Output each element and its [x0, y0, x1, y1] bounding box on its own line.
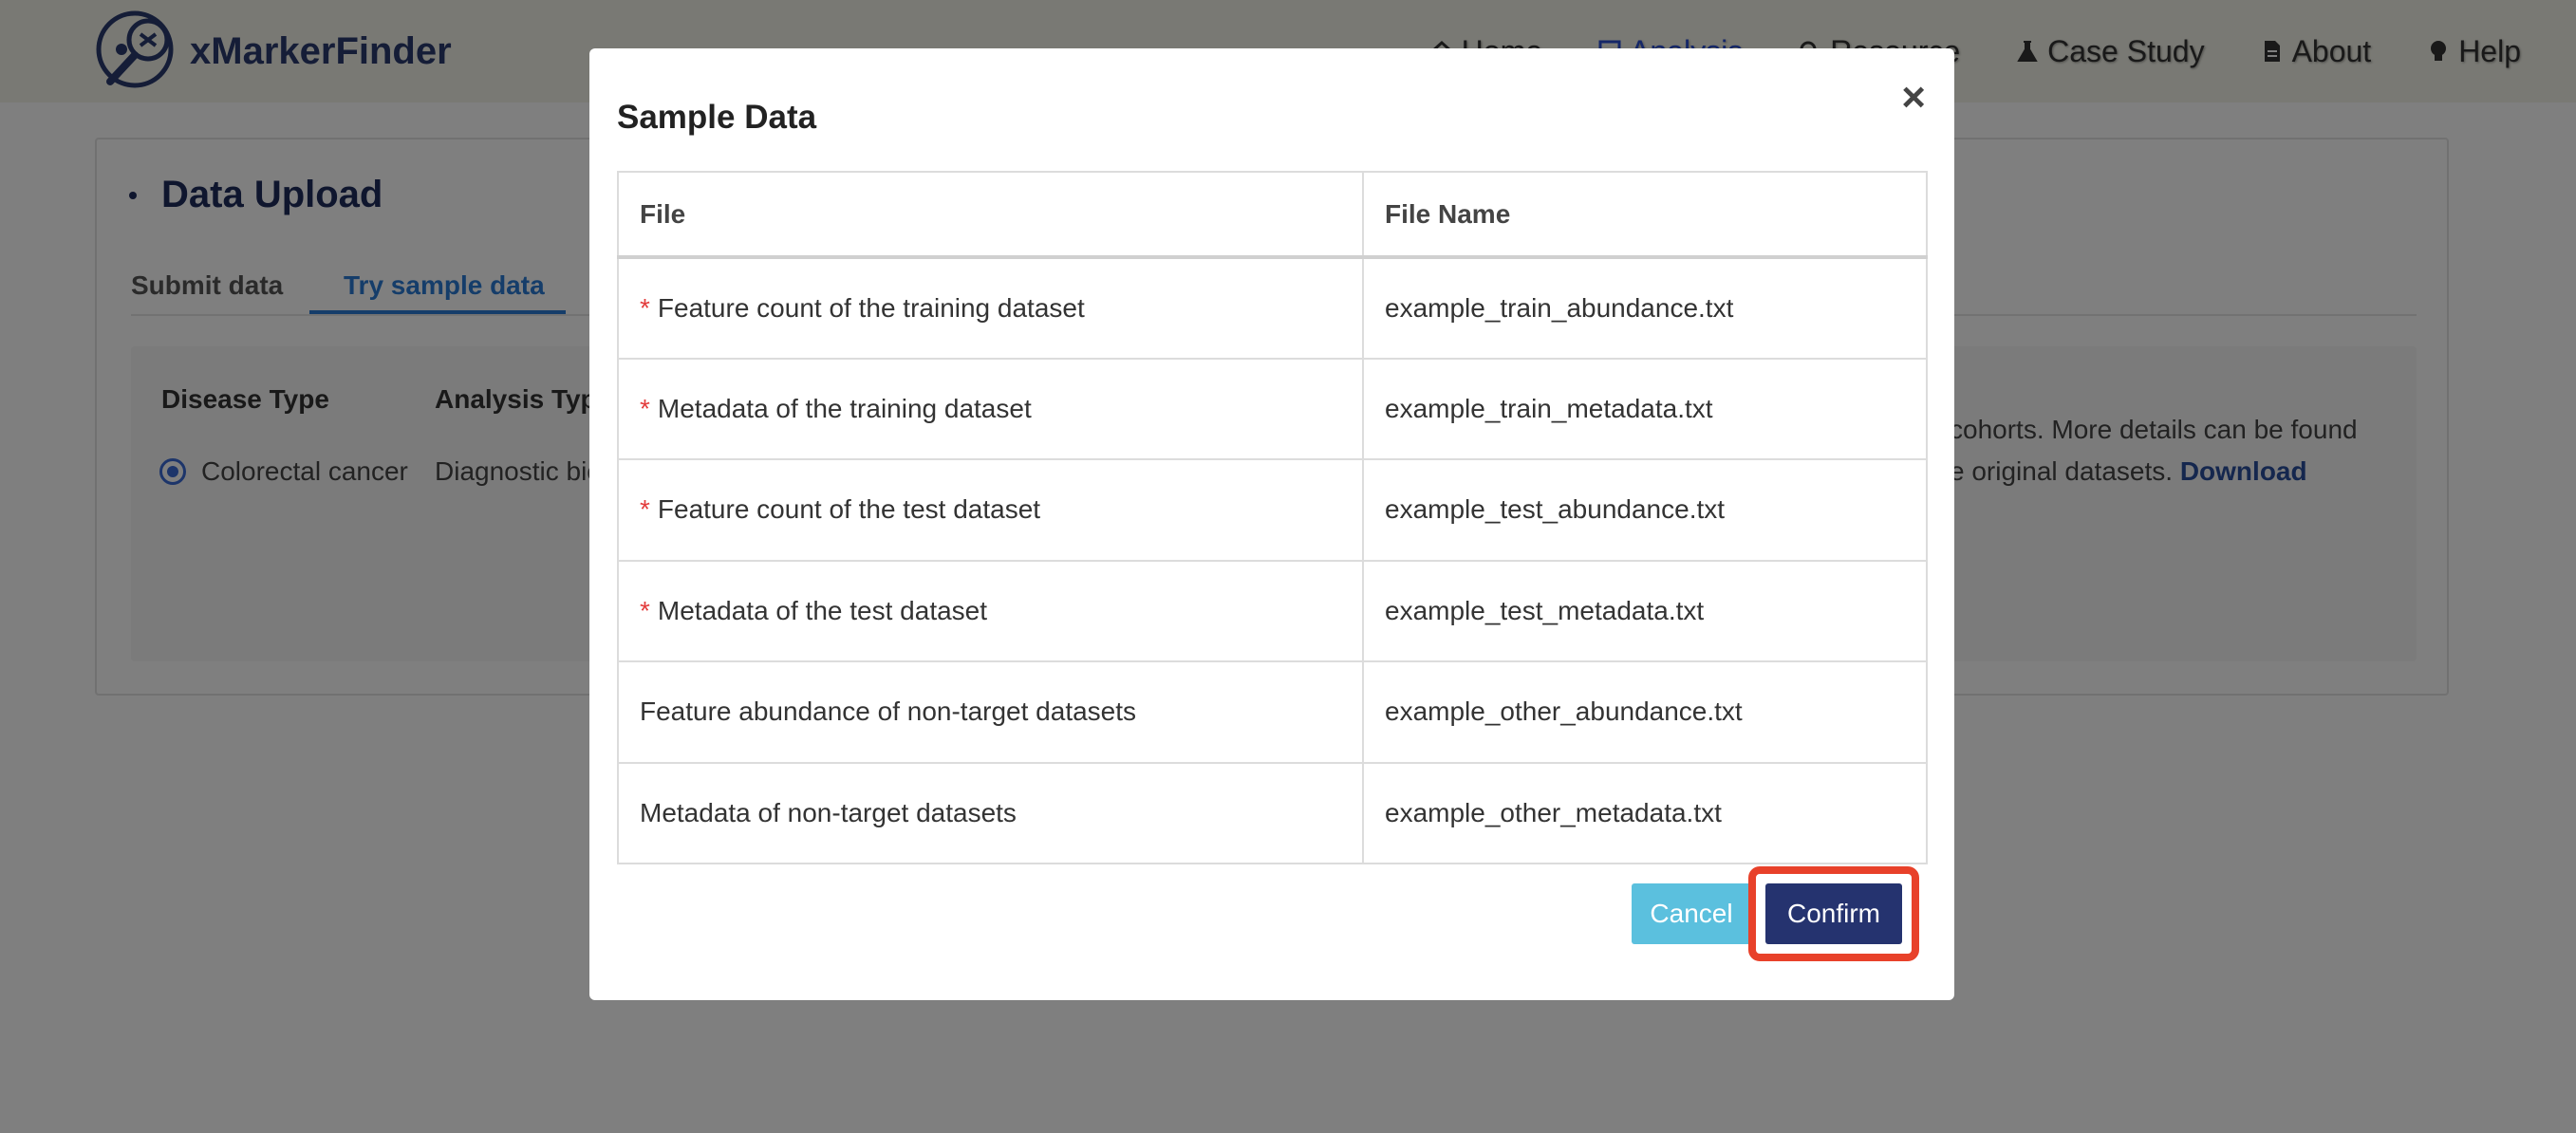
cancel-button[interactable]: Cancel: [1632, 883, 1751, 944]
modal-title: Sample Data: [617, 99, 817, 136]
file-label: Feature count of the training dataset: [657, 292, 1085, 323]
file-name-cell: example_other_metadata.txt: [1362, 761, 1928, 864]
sample-data-table: File File Name * Feature count of the tra…: [617, 171, 1928, 864]
file-name-cell: example_train_abundance.txt: [1362, 256, 1928, 360]
file-name-cell: example_test_abundance.txt: [1362, 458, 1928, 562]
file-label: Metadata of the test dataset: [657, 595, 988, 625]
sample-data-modal: Sample Data × File File Name * Feature co…: [589, 48, 1954, 1000]
file-cell: * Metadata of the training dataset: [617, 357, 1364, 460]
file-cell: * Metadata of the test dataset: [617, 559, 1364, 662]
file-name-cell: example_other_abundance.txt: [1362, 660, 1928, 764]
file-label: Feature abundance of non-target datasets: [640, 697, 1137, 727]
file-name-column-header: File Name: [1362, 171, 1928, 259]
file-column-header: File: [617, 171, 1364, 259]
file-name-cell: example_test_metadata.txt: [1362, 559, 1928, 662]
required-marker: *: [640, 595, 650, 625]
file-cell: * Feature count of the test dataset: [617, 458, 1364, 562]
table-row: * Feature count of the training dataset e…: [617, 256, 1928, 360]
required-marker: *: [640, 494, 650, 525]
file-label: Metadata of the training dataset: [657, 393, 1032, 423]
file-cell: Feature abundance of non-target datasets: [617, 660, 1364, 764]
file-cell: Metadata of non-target datasets: [617, 761, 1364, 864]
file-cell: * Feature count of the training dataset: [617, 256, 1364, 360]
required-marker: *: [640, 292, 650, 323]
table-row: * Metadata of the training dataset exampl…: [617, 357, 1928, 460]
table-header-row: File File Name: [617, 171, 1928, 259]
table-row: Metadata of non-target datasets example_…: [617, 761, 1928, 864]
confirm-button[interactable]: Confirm: [1765, 883, 1902, 944]
file-label: Metadata of non-target datasets: [640, 797, 1017, 827]
file-name-cell: example_train_metadata.txt: [1362, 357, 1928, 460]
table-row: * Metadata of the test dataset example_te…: [617, 559, 1928, 662]
table-row: Feature abundance of non-target datasets…: [617, 660, 1928, 764]
file-label: Feature count of the test dataset: [657, 494, 1041, 525]
required-marker: *: [640, 393, 650, 423]
table-row: * Feature count of the test dataset examp…: [617, 458, 1928, 562]
close-icon[interactable]: ×: [1901, 77, 1926, 119]
